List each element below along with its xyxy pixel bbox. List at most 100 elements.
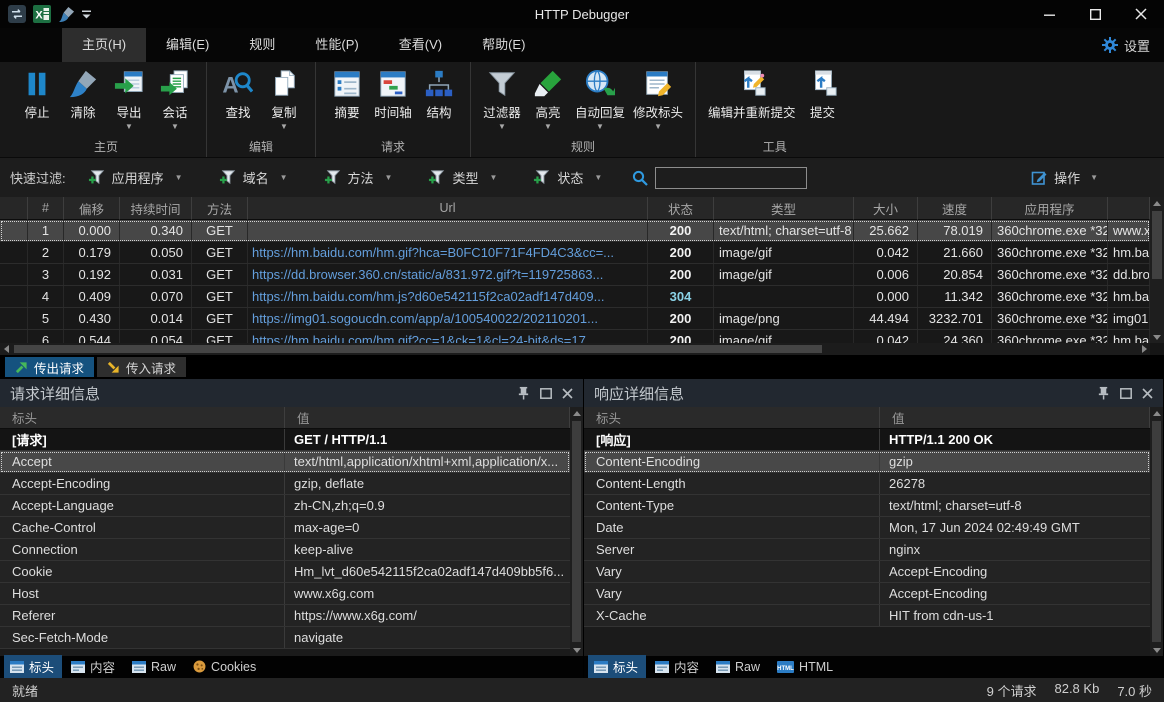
modify-headers-button[interactable]: 修改标头▼ [629, 67, 687, 132]
maximize-panel-icon[interactable] [540, 388, 552, 399]
pin-icon[interactable] [517, 386, 530, 400]
customize-toolbar-icon[interactable] [82, 9, 92, 20]
scroll-thumb[interactable] [1152, 421, 1161, 642]
header-row[interactable]: Content-Typetext/html; charset=utf-8 [584, 495, 1150, 517]
tab-html[interactable]: HTMLHTML [771, 658, 841, 677]
scroll-down-arrow[interactable] [1151, 644, 1163, 656]
table-row[interactable]: 3 0.192 0.031 GET https://dd.browser.360… [0, 264, 1150, 286]
kv-col-value[interactable]: 值 [285, 407, 570, 428]
settings-button[interactable]: 设置 [1102, 36, 1164, 55]
column-header-size[interactable]: 大小 [854, 197, 918, 220]
menu-tab[interactable]: 主页(H) [62, 28, 146, 62]
table-row[interactable]: 2 0.179 0.050 GET https://hm.baidu.com/h… [0, 242, 1150, 264]
kv-col-header[interactable]: 标头 [584, 407, 880, 428]
header-row[interactable]: X-CacheHIT from cdn-us-1 [584, 605, 1150, 627]
scroll-up-arrow[interactable] [1151, 407, 1163, 419]
tab-content[interactable]: 内容 [65, 655, 123, 679]
auto-reply-button[interactable]: 自动回复▼ [571, 67, 629, 132]
column-header-url[interactable]: Url [248, 197, 648, 220]
edit-resubmit-button[interactable]: 编辑并重新提交 [704, 67, 800, 132]
copy-button[interactable]: 复制▼ [261, 67, 307, 132]
scroll-thumb[interactable] [14, 345, 822, 353]
scroll-down-arrow[interactable] [1151, 331, 1163, 343]
table-row[interactable]: 5 0.430 0.014 GET https://img01.sogoucdn… [0, 308, 1150, 330]
tab-raw[interactable]: Raw [710, 658, 768, 677]
table-vertical-scrollbar[interactable] [1150, 197, 1164, 343]
header-row[interactable]: VaryAccept-Encoding [584, 583, 1150, 605]
column-header-type[interactable]: 类型 [714, 197, 854, 220]
highlight-button[interactable]: 高亮▼ [525, 67, 571, 132]
header-row[interactable]: Cache-Controlmax-age=0 [0, 517, 570, 539]
close-panel-icon[interactable] [1142, 388, 1153, 399]
clear-button[interactable]: 清除 [60, 67, 106, 132]
header-row[interactable]: Accepttext/html,application/xhtml+xml,ap… [0, 451, 570, 473]
tab-content[interactable]: 内容 [649, 655, 707, 679]
header-row[interactable]: CookieHm_lvt_d60e542115f2ca02adf147d409b… [0, 561, 570, 583]
tab-incoming-requests[interactable]: 传入请求 [97, 357, 186, 377]
submit-button[interactable]: 提交 [800, 67, 846, 132]
column-header[interactable] [0, 197, 28, 220]
header-row[interactable]: DateMon, 17 Jun 2024 02:49:49 GMT [584, 517, 1150, 539]
session-button[interactable]: 会话▼ [152, 67, 198, 132]
header-row[interactable]: Accept-Languagezh-CN,zh;q=0.9 [0, 495, 570, 517]
maximize-panel-icon[interactable] [1120, 388, 1132, 399]
header-row[interactable]: Accept-Encodinggzip, deflate [0, 473, 570, 495]
tab-raw[interactable]: Raw [126, 658, 184, 677]
header-row[interactable]: Refererhttps://www.x6g.com/ [0, 605, 570, 627]
column-header-duration[interactable]: 持续时间 [120, 197, 192, 220]
filter-chip[interactable]: 类型▼ [428, 168, 497, 187]
menu-tab[interactable]: 编辑(E) [146, 28, 229, 62]
column-header-speed[interactable]: 速度 [918, 197, 992, 220]
header-row[interactable]: Content-Length26278 [584, 473, 1150, 495]
tab-headers[interactable]: 标头 [4, 655, 62, 679]
response-panel-scrollbar[interactable] [1150, 407, 1163, 656]
column-header-app[interactable]: 应用程序 [992, 197, 1108, 220]
filter-button[interactable]: 过滤器▼ [479, 67, 525, 132]
kv-col-value[interactable]: 值 [880, 407, 1150, 428]
menu-tab[interactable]: 帮助(E) [462, 28, 545, 62]
pin-icon[interactable] [1097, 386, 1110, 400]
scroll-down-arrow[interactable] [571, 644, 583, 656]
column-header-offset[interactable]: 偏移 [64, 197, 120, 220]
header-row[interactable]: Content-Encodinggzip [584, 451, 1150, 473]
tab-headers[interactable]: 标头 [588, 655, 646, 679]
header-row[interactable]: Hostwww.x6g.com [0, 583, 570, 605]
filter-chip[interactable]: 域名▼ [219, 168, 288, 187]
minimize-button[interactable] [1026, 0, 1072, 28]
column-header-num[interactable]: # [28, 197, 64, 220]
actions-button[interactable]: 操作 ▼ [1031, 168, 1154, 187]
menu-tab[interactable]: 规则 [229, 28, 295, 62]
tab-outgoing-requests[interactable]: 传出请求 [5, 357, 94, 377]
scroll-up-arrow[interactable] [571, 407, 583, 419]
request-panel-scrollbar[interactable] [570, 407, 583, 656]
table-row[interactable]: 4 0.409 0.070 GET https://hm.baidu.com/h… [0, 286, 1150, 308]
menu-tab[interactable]: 查看(V) [379, 28, 462, 62]
scroll-thumb[interactable] [1152, 211, 1162, 279]
column-header-domain[interactable] [1108, 197, 1150, 220]
scroll-left-arrow[interactable] [0, 343, 12, 355]
header-row[interactable]: VaryAccept-Encoding [584, 561, 1150, 583]
close-panel-icon[interactable] [562, 388, 573, 399]
scroll-right-arrow[interactable] [1138, 343, 1150, 355]
filter-chip[interactable]: 应用程序▼ [88, 168, 183, 187]
find-button[interactable]: A 查找 [215, 67, 261, 132]
timeline-button[interactable]: 时间轴 [370, 67, 416, 132]
summary-button[interactable]: 摘要 [324, 67, 370, 132]
maximize-button[interactable] [1072, 0, 1118, 28]
close-button[interactable] [1118, 0, 1164, 28]
filter-chip[interactable]: 方法▼ [324, 168, 393, 187]
header-row[interactable]: Connectionkeep-alive [0, 539, 570, 561]
stop-button[interactable]: 停止 [14, 67, 60, 132]
table-row[interactable]: 1 0.000 0.340 GET 200 text/html; charset… [0, 220, 1150, 242]
export-button[interactable]: 导出▼ [106, 67, 152, 132]
column-header-method[interactable]: 方法 [192, 197, 248, 220]
structure-button[interactable]: 结构 [416, 67, 462, 132]
scroll-up-arrow[interactable] [1151, 197, 1163, 209]
scroll-thumb[interactable] [572, 421, 581, 642]
excel-export-icon[interactable]: X [33, 5, 51, 23]
header-row[interactable]: Servernginx [584, 539, 1150, 561]
table-horizontal-scrollbar[interactable] [0, 343, 1150, 355]
clear-quick-icon[interactable] [58, 6, 75, 23]
menu-tab[interactable]: 性能(P) [295, 28, 378, 62]
search-input[interactable] [655, 167, 807, 189]
